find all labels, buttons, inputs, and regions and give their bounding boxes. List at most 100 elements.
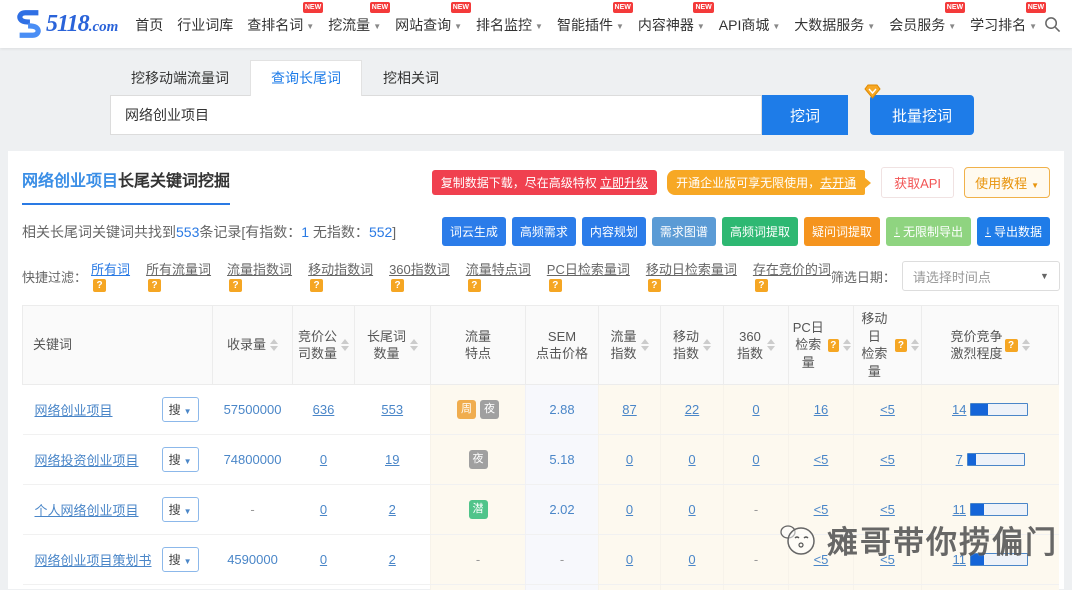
search-keyword-button[interactable]: 搜▼ [162, 497, 199, 522]
nav-item-11[interactable]: 会员服务▼NEW [882, 1, 963, 47]
action-button-7[interactable]: ↓无限制导出 [886, 217, 971, 246]
action-button-2[interactable]: 高频需求 [512, 217, 576, 246]
nav-item-3[interactable]: 查排名词▼NEW [240, 1, 321, 47]
sort-icon[interactable] [270, 339, 278, 351]
sort-icon[interactable] [410, 339, 418, 351]
site-logo[interactable]: 5118 .com [14, 9, 118, 39]
value-link[interactable]: 22 [685, 402, 699, 417]
filter-link[interactable]: 流量特点词 [466, 262, 531, 277]
nav-item-2[interactable]: 行业词库 [170, 1, 240, 47]
nav-item-8[interactable]: 内容神器▼NEW [631, 1, 712, 47]
value-link[interactable]: 0 [320, 502, 327, 517]
value-link[interactable]: 0 [752, 452, 759, 467]
column-header-12[interactable]: 竞价竞争激烈程度? [922, 306, 1059, 385]
upgrade-banner[interactable]: 复制数据下载，尽在高级特权 立即升级 [432, 170, 657, 195]
value-link[interactable]: 0 [626, 552, 633, 567]
nav-item-1[interactable]: 首页 [128, 1, 170, 47]
sort-icon[interactable] [843, 339, 851, 351]
search-keyword-button[interactable]: 搜▼ [162, 447, 199, 472]
date-range-select[interactable]: 请选择时间点 ▼ [902, 261, 1060, 291]
tab-2[interactable]: 查询长尾词 [250, 60, 362, 96]
nav-item-6[interactable]: 排名监控▼ [469, 1, 550, 47]
upgrade-now-link[interactable]: 立即升级 [600, 176, 648, 190]
competition-value[interactable]: 7 [956, 452, 963, 467]
value-link[interactable]: 2 [389, 502, 396, 517]
column-header-4[interactable]: 长尾词数量 [355, 306, 431, 385]
value-link[interactable]: 87 [622, 402, 636, 417]
sort-icon[interactable] [703, 339, 711, 351]
action-button-5[interactable]: 高频词提取 [722, 217, 798, 246]
value-link[interactable]: 16 [814, 402, 828, 417]
sort-icon[interactable] [911, 339, 919, 351]
value-link[interactable]: 636 [313, 402, 335, 417]
action-button-4[interactable]: 需求图谱 [652, 217, 716, 246]
filter-link[interactable]: 流量指数词 [227, 262, 292, 277]
keyword-link[interactable]: 网络创业项目策划书 [35, 550, 152, 569]
value-link[interactable]: 0 [688, 552, 695, 567]
search-icon[interactable] [1044, 16, 1061, 33]
column-header-10[interactable]: PC日检索量? [789, 306, 854, 385]
keyword-link[interactable]: 个人网络创业项目 [35, 500, 139, 519]
filter-link[interactable]: 360指数词 [389, 262, 450, 277]
value-link[interactable]: 0 [626, 502, 633, 517]
value-link[interactable]: 0 [688, 502, 695, 517]
sort-icon[interactable] [341, 339, 349, 351]
nav-item-10[interactable]: 大数据服务▼ [787, 1, 882, 47]
competition-value[interactable]: 11 [953, 502, 967, 517]
tab-1[interactable]: 挖移动端流量词 [110, 60, 250, 95]
value-link[interactable]: <5 [814, 502, 829, 517]
action-button-8[interactable]: ↓导出数据 [977, 217, 1050, 246]
filter-link[interactable]: 所有流量词 [146, 262, 211, 277]
column-header-11[interactable]: 移动日检索量? [854, 306, 922, 385]
value-link[interactable]: <5 [880, 402, 895, 417]
keyword-link[interactable]: 网络投资创业项目 [35, 450, 139, 469]
column-header-7[interactable]: 流量指数 [599, 306, 661, 385]
action-button-3[interactable]: 内容规划 [582, 217, 646, 246]
value-link[interactable]: <5 [880, 552, 895, 567]
help-icon[interactable]: ? [1005, 339, 1018, 352]
batch-dig-button[interactable]: 批量挖词 [870, 95, 974, 135]
value-link[interactable]: 0 [752, 402, 759, 417]
filter-link[interactable]: 所有词 [91, 262, 130, 277]
value-link[interactable]: <5 [814, 552, 829, 567]
search-keyword-button[interactable]: 搜▼ [162, 547, 199, 572]
help-icon[interactable]: ? [310, 279, 323, 292]
competition-value[interactable]: 14 [952, 402, 966, 417]
dig-words-button[interactable]: 挖词 [762, 95, 848, 135]
sort-icon[interactable] [641, 339, 649, 351]
help-icon[interactable]: ? [468, 279, 481, 292]
value-link[interactable]: 553 [381, 402, 403, 417]
value-link[interactable]: 2 [389, 552, 396, 567]
column-header-2[interactable]: 收录量 [213, 306, 293, 385]
competition-value[interactable]: 11 [953, 552, 967, 567]
sort-icon[interactable] [767, 339, 775, 351]
help-icon[interactable]: ? [549, 279, 562, 292]
nav-item-5[interactable]: 网站查询▼NEW [388, 1, 469, 47]
help-icon[interactable]: ? [93, 279, 106, 292]
value-link[interactable]: <5 [814, 452, 829, 467]
nav-item-7[interactable]: 智能插件▼NEW [550, 1, 631, 47]
enterprise-banner[interactable]: 开通企业版可享无限使用，去开通 [667, 170, 865, 195]
filter-link[interactable]: PC日检索量词 [547, 262, 630, 277]
keyword-link[interactable]: 网络创业项目 [35, 400, 113, 419]
filter-link[interactable]: 存在竞价的词 [753, 262, 831, 277]
help-icon[interactable]: ? [895, 339, 907, 352]
search-keyword-button[interactable]: 搜▼ [162, 397, 199, 422]
nav-item-4[interactable]: 挖流量▼NEW [321, 1, 388, 47]
value-link[interactable]: <5 [880, 502, 895, 517]
help-icon[interactable]: ? [755, 279, 768, 292]
get-api-button[interactable]: 获取API [881, 167, 954, 198]
keyword-input[interactable] [110, 95, 762, 135]
tab-3[interactable]: 挖相关词 [362, 60, 460, 95]
sort-icon[interactable] [1022, 339, 1030, 351]
nav-item-9[interactable]: API商城▼ [712, 1, 788, 47]
column-header-3[interactable]: 竞价公司数量 [293, 306, 355, 385]
help-icon[interactable]: ? [229, 279, 242, 292]
value-link[interactable]: 0 [688, 452, 695, 467]
column-header-9[interactable]: 360指数 [724, 306, 789, 385]
value-link[interactable]: <5 [880, 452, 895, 467]
value-link[interactable]: 19 [385, 452, 399, 467]
value-link[interactable]: 0 [320, 452, 327, 467]
filter-link[interactable]: 移动日检索量词 [646, 262, 737, 277]
action-button-6[interactable]: 疑问词提取 [804, 217, 880, 246]
